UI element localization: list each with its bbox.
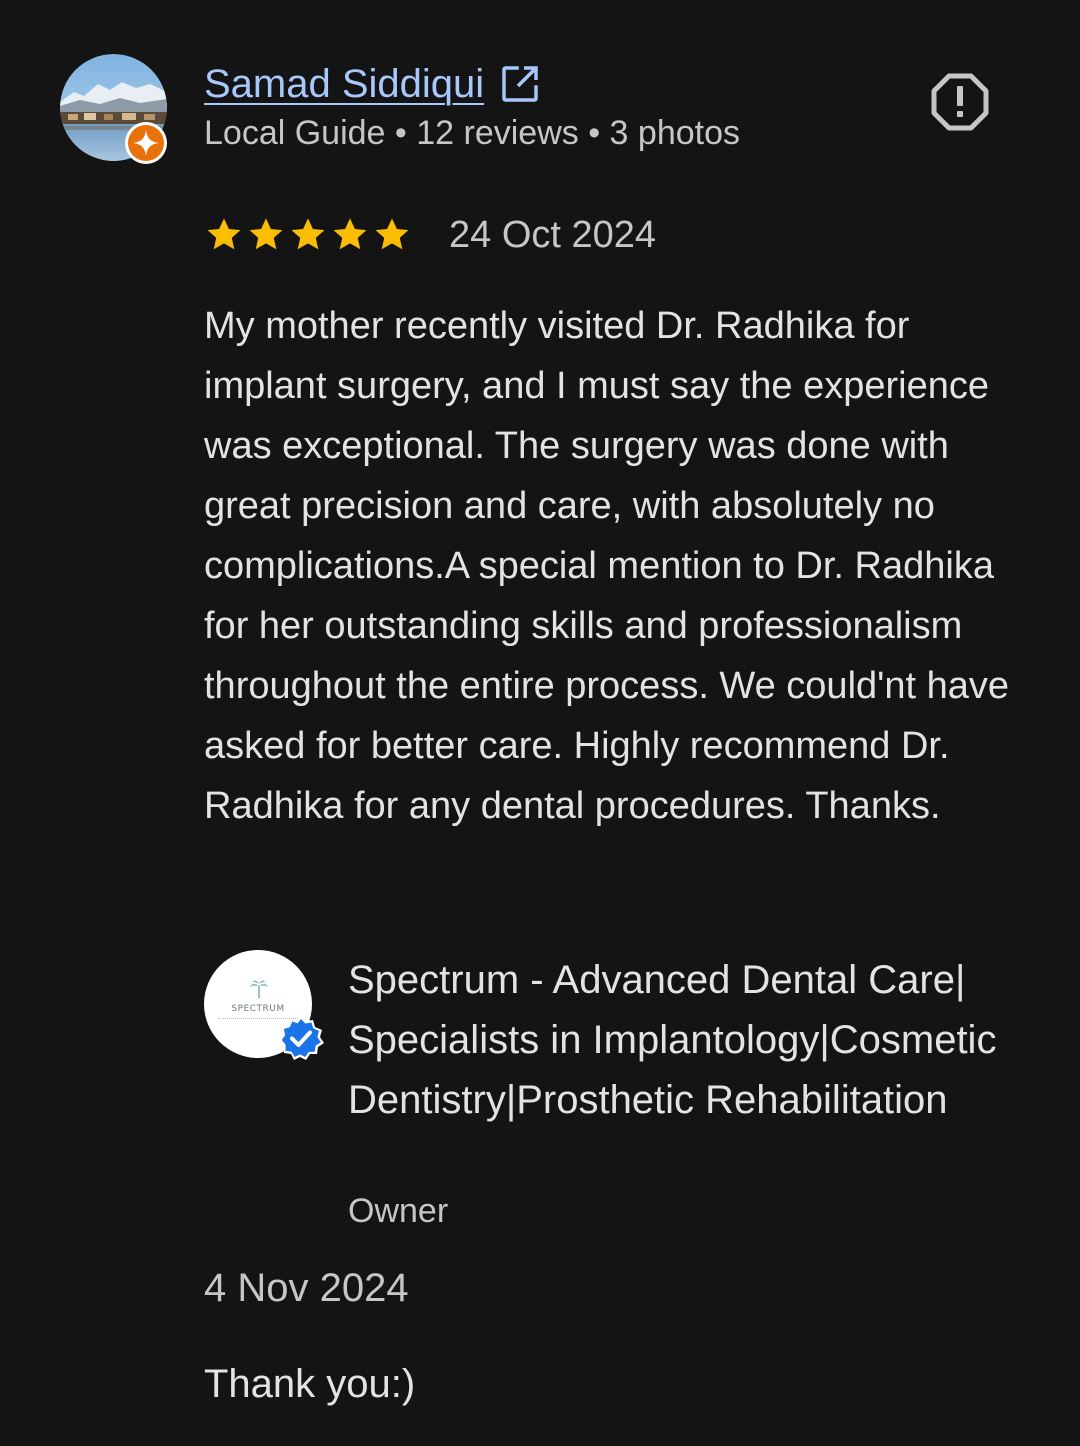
local-guide-badge-icon xyxy=(125,122,167,164)
verified-badge-icon xyxy=(279,1016,324,1060)
report-icon[interactable] xyxy=(931,73,989,131)
star-icon xyxy=(375,218,409,250)
rating-row: 24 Oct 2024 xyxy=(205,208,656,262)
response-date: 4 Nov 2024 xyxy=(204,1266,409,1310)
reviewer-meta: Local Guide • 12 reviews • 3 photos xyxy=(204,114,740,152)
star-icon xyxy=(333,218,367,250)
star-rating xyxy=(205,216,411,254)
star-icon xyxy=(207,218,241,250)
open-in-new-icon[interactable] xyxy=(500,64,540,104)
owner-business-name: Spectrum - Advanced Dental Care| Special… xyxy=(348,958,997,1122)
review-date: 24 Oct 2024 xyxy=(449,213,657,256)
reviewer-name-row: Samad Siddiqui xyxy=(204,56,540,112)
star-icon xyxy=(249,218,283,250)
response-text: Thank you:) xyxy=(204,1362,416,1406)
owner-role: Owner xyxy=(348,1192,449,1230)
star-icon xyxy=(291,218,325,250)
owner-logo-icon xyxy=(250,980,268,998)
review-text: My mother recently visited Dr. Radhika f… xyxy=(204,305,1010,827)
reviewer-name-link[interactable]: Samad Siddiqui xyxy=(204,62,484,107)
owner-logo-text: SPECTRUM xyxy=(231,1004,285,1014)
